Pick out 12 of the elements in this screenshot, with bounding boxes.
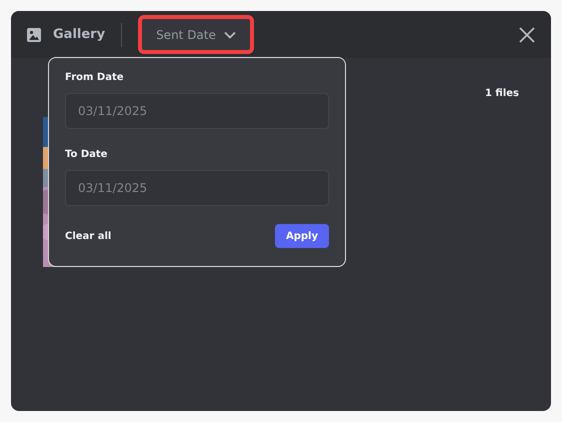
chevron-down-icon [224,30,236,38]
clear-all-button[interactable]: Clear all [65,230,112,242]
file-count: 1 files [484,88,519,99]
window-title: Gallery [53,27,106,42]
date-input[interactable]: 03/11/2025 [65,170,329,206]
image-icon [27,28,41,42]
sent-date-dropdown[interactable]: Sent Date [138,15,254,54]
close-icon[interactable] [519,26,535,42]
field-label: To Date [65,149,108,160]
apply-button[interactable]: Apply [275,224,329,248]
date-input[interactable]: 03/11/2025 [65,93,329,129]
field-label: From Date [65,72,125,83]
